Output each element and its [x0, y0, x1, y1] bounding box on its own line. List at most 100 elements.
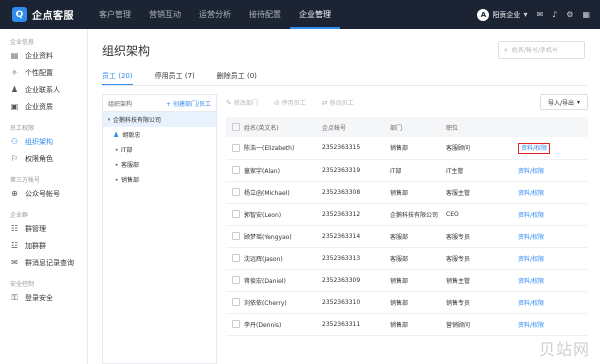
profile-permission-link[interactable]: 资料/权限 [518, 143, 551, 155]
tree-node[interactable]: ▾ 企鹅科技有限公司 [103, 112, 216, 127]
edit-dept-button[interactable]: ✎ 修改部门 [226, 98, 258, 108]
row-checkbox[interactable] [232, 276, 240, 284]
mail-icon[interactable]: ✉ [536, 10, 543, 19]
select-all-cell[interactable] [226, 117, 244, 137]
employee-name: 陈浩一(Elizabeth) [244, 137, 322, 160]
employee-name: 沈远辉(Jason) [244, 247, 322, 270]
tab-disabled-employees[interactable]: 停用员工 (7) [155, 71, 195, 85]
row-checkbox[interactable] [232, 143, 240, 152]
employee-name: 郭智安(Leon) [244, 203, 322, 226]
employee-dept: 客服部 [390, 225, 446, 248]
sidebar-item-group-messages[interactable]: ✉ 群消息记录查询 [0, 254, 87, 271]
app-logo[interactable]: Q 企点客服 [12, 7, 74, 22]
profile-permission-link[interactable]: 资料/权限 [518, 278, 544, 285]
import-export-label: 导入/导出 [547, 99, 574, 107]
profile-permission-link[interactable]: 资料/权限 [518, 322, 544, 329]
chevron-down-icon[interactable]: ▾ [105, 117, 113, 123]
tool-label: 停用员工 [281, 100, 306, 107]
column-header-dept[interactable]: 部门 [390, 117, 446, 137]
nav-enterprise[interactable]: 企业管理 [290, 0, 340, 29]
nav-reception[interactable]: 接待配置 [240, 0, 290, 29]
table-row[interactable]: 蒋俊宏(Daniel) 2352363309 销售部 销售主管 资料/权限 [226, 269, 588, 292]
search-box[interactable]: ⌕ [498, 41, 585, 59]
row-select-cell[interactable] [226, 269, 244, 292]
table-row[interactable]: 童家宇(Alan) 2352363319 IT部 IT主管 资料/权限 [226, 159, 588, 182]
tree-node[interactable]: ▸ 销售部 [103, 172, 216, 187]
swap-icon: ⇄ [321, 98, 328, 107]
tree-node[interactable]: ▸ 客服部 [103, 157, 216, 172]
tab-deleted-employees[interactable]: 删除员工 (0) [217, 71, 257, 85]
row-checkbox[interactable] [232, 232, 240, 240]
company-switcher[interactable]: A 阳贡企业 ▾ [477, 8, 527, 21]
sidebar-item-contacts[interactable]: ♟ 企业联系人 [0, 81, 87, 98]
row-select-cell[interactable] [226, 313, 244, 336]
tree-node-label: 客服部 [121, 162, 140, 169]
chevron-right-icon[interactable]: ▸ [113, 177, 121, 183]
employee-role: 销售专员 [446, 291, 518, 314]
table-row[interactable]: 沈远辉(Jason) 2352363313 客服部 客服专员 资料/权限 [226, 247, 588, 270]
tab-employees[interactable]: 员工 (20) [102, 71, 133, 85]
row-checkbox[interactable] [232, 298, 240, 306]
chevron-right-icon[interactable]: ▸ [113, 162, 121, 168]
table-row[interactable]: 杨立函(Michael) 2352363308 销售部 客服主管 资料/权限 [226, 181, 588, 204]
search-input[interactable] [511, 46, 582, 54]
row-select-cell[interactable] [226, 225, 244, 248]
company-logo-icon: A [477, 8, 490, 21]
employee-name: 童家宇(Alan) [244, 159, 322, 182]
sidebar-item-label: 登录安全 [25, 293, 53, 302]
sidebar-item-official-account[interactable]: ⊕ 公众号帐号 [0, 185, 87, 202]
table-row[interactable]: 刘依依(Cherry) 2352363310 销售部 销售专员 资料/权限 [226, 291, 588, 314]
settings-icon[interactable]: ⚙ [566, 10, 573, 19]
profile-permission-link[interactable]: 资料/权限 [518, 256, 544, 263]
grid-icon[interactable]: ▦ [582, 10, 590, 19]
sidebar-item-qualification[interactable]: ▣ 企业资质 [0, 98, 87, 115]
employee-role: 营销顾问 [446, 313, 518, 336]
row-select-cell[interactable] [226, 247, 244, 270]
sidebar-item-org-structure[interactable]: ⚇ 组织架构 [0, 133, 87, 150]
row-select-cell[interactable] [226, 203, 244, 226]
nav-analytics[interactable]: 运营分析 [190, 0, 240, 29]
import-export-dropdown[interactable]: 导入/导出 ▾ [540, 94, 588, 110]
tree-node-label: 企鹅科技有限公司 [113, 117, 162, 124]
profile-permission-link[interactable]: 资料/权限 [518, 168, 544, 175]
profile-permission-link[interactable]: 资料/权限 [518, 212, 544, 219]
row-checkbox[interactable] [232, 320, 240, 328]
chevron-right-icon[interactable]: ▸ [113, 147, 121, 153]
row-checkbox[interactable] [232, 210, 240, 218]
sidebar-item-login-security[interactable]: ⚿ 登录安全 [0, 289, 87, 306]
column-header-name[interactable]: 姓名(英文名) [244, 117, 322, 137]
row-select-cell[interactable] [226, 137, 244, 160]
table-row[interactable]: 李丹(Dennis) 2352363311 销售部 营销顾问 资料/权限 [226, 313, 588, 336]
sidebar-group-title: 第三方帐号 [10, 177, 41, 184]
profile-permission-link[interactable]: 资料/权限 [518, 300, 544, 307]
column-header-role[interactable]: 职位 [446, 117, 518, 137]
bell-icon[interactable]: ♪ [552, 10, 557, 19]
table-row[interactable]: 郭智安(Leon) 2352363312 企鹅科技有限公司 CEO 资料/权限 [226, 203, 588, 226]
move-employee-button[interactable]: ⇄ 移动员工 [321, 98, 354, 108]
action-cell: 资料/权限 [518, 159, 588, 182]
table-row[interactable]: 顾梦瑶(Yengyao) 2352363314 客服部 客服专员 资料/权限 [226, 225, 588, 248]
row-checkbox[interactable] [232, 188, 240, 196]
sidebar-item-join-group[interactable]: ☳ 加群群 [0, 237, 87, 254]
disable-employee-button[interactable]: ⊘ 停用员工 [274, 98, 306, 108]
sidebar-item-roles[interactable]: ⚐ 权限角色 [0, 150, 87, 167]
profile-permission-link[interactable]: 资料/权限 [518, 190, 544, 197]
column-header-account[interactable]: 企点帐号 [322, 117, 390, 137]
nav-marketing[interactable]: 营销互动 [140, 0, 190, 29]
row-select-cell[interactable] [226, 291, 244, 314]
sidebar-item-company-profile[interactable]: ▤ 企业资料 [0, 47, 87, 64]
sidebar-item-group-manage[interactable]: ☷ 群管理 [0, 220, 87, 237]
sidebar-item-personalize[interactable]: ✧ 个性配置 [0, 64, 87, 81]
row-select-cell[interactable] [226, 159, 244, 182]
table-row[interactable]: 陈浩一(Elizabeth) 2352363315 销售部 客服顾问 资料/权限 [226, 137, 588, 160]
nav-customer[interactable]: 客户管理 [90, 0, 140, 29]
tree-node[interactable]: ♟ 胡聪忠 [103, 127, 216, 142]
profile-permission-link[interactable]: 资料/权限 [518, 234, 544, 241]
add-dept-employee-button[interactable]: + 创建部门/员工 [166, 99, 211, 108]
row-checkbox[interactable] [232, 254, 240, 262]
select-all-checkbox[interactable] [232, 123, 240, 131]
tree-node[interactable]: ▸ IT部 [103, 142, 216, 157]
row-checkbox[interactable] [232, 166, 240, 174]
row-select-cell[interactable] [226, 181, 244, 204]
employee-table: 姓名(英文名) 企点帐号 部门 职位 陈浩一(Elizabeth) 2352363… [226, 117, 588, 336]
